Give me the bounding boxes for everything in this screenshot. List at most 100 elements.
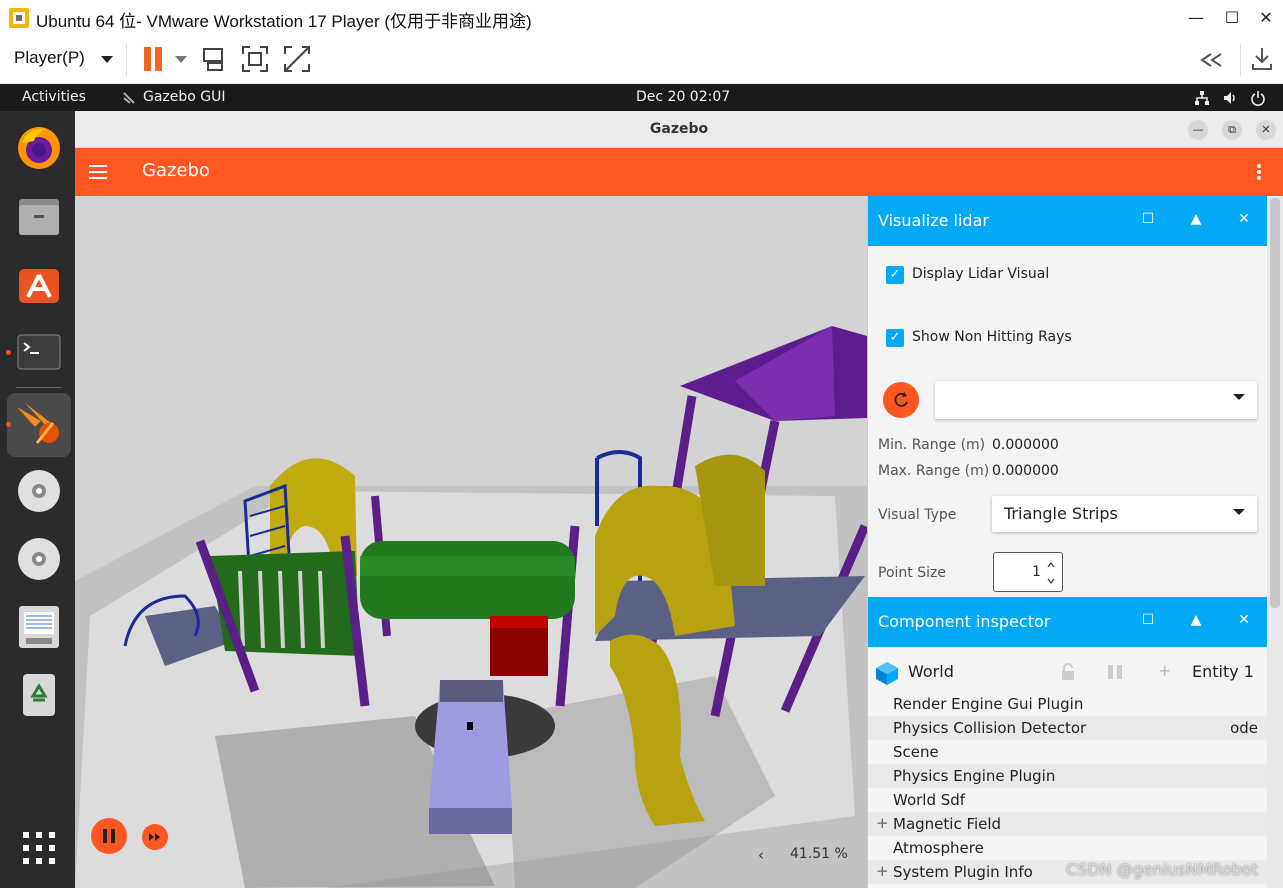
- toolbar-divider: [126, 44, 127, 76]
- vmware-toolbar: Player(P): [0, 36, 1283, 84]
- component-row[interactable]: Physics Collision Detector ode: [868, 716, 1268, 740]
- clock[interactable]: Dec 20 02:07: [636, 89, 730, 105]
- disc-icon[interactable]: [14, 534, 64, 584]
- document-icon[interactable]: [14, 602, 64, 652]
- double-chevron-left-icon[interactable]: [1199, 52, 1225, 68]
- visualize-lidar-title: Visualize lidar: [878, 211, 989, 230]
- component-row[interactable]: World Sdf: [868, 788, 1268, 812]
- download-icon[interactable]: [1251, 46, 1273, 72]
- gazebo-window-titlebar: Gazebo — ⧉ ✕: [75, 111, 1283, 148]
- terminal-icon[interactable]: [14, 327, 64, 377]
- step-forward-button[interactable]: [142, 824, 168, 850]
- play-pause-button[interactable]: [91, 818, 127, 854]
- firefox-icon[interactable]: [14, 123, 64, 173]
- window-restore-button[interactable]: ⧉: [1222, 120, 1242, 140]
- float-panel-icon[interactable]: ☐: [1139, 211, 1157, 227]
- network-icon[interactable]: [1194, 90, 1210, 106]
- component-inspector-title: Component inspector: [878, 612, 1051, 631]
- topic-dropdown[interactable]: [935, 381, 1257, 419]
- vmware-window-title: Ubuntu 64 位- VMware Workstation 17 Playe…: [36, 12, 532, 31]
- expand-icon[interactable]: +: [876, 814, 889, 832]
- real-time-factor: 41.51 %: [790, 846, 848, 862]
- player-menu[interactable]: Player(P): [14, 48, 85, 68]
- spin-arrows-icon[interactable]: [1046, 559, 1056, 587]
- component-row[interactable]: Scene: [868, 740, 1268, 764]
- close-panel-icon[interactable]: ✕: [1235, 211, 1253, 227]
- ubuntu-dock: [0, 111, 75, 888]
- trash-icon[interactable]: [14, 670, 64, 720]
- chevron-down-icon: [1233, 509, 1245, 515]
- component-label: Physics Engine Plugin: [893, 767, 1056, 785]
- running-indicator: [6, 350, 11, 355]
- activities-button[interactable]: Activities: [22, 89, 86, 105]
- chevron-down-icon[interactable]: [175, 56, 187, 64]
- pause-updates-icon[interactable]: [1106, 664, 1124, 680]
- visualize-lidar-header: Visualize lidar ☐ ▲ ✕: [868, 196, 1268, 246]
- display-lidar-checkbox[interactable]: ✓: [886, 266, 904, 284]
- minimize-button[interactable]: —: [1183, 6, 1209, 30]
- stats-collapse-arrow[interactable]: ‹: [758, 846, 764, 864]
- hamburger-menu-icon[interactable]: [89, 165, 107, 179]
- gazebo-appbar: Gazebo: [75, 148, 1283, 196]
- lock-icon[interactable]: [1060, 663, 1076, 681]
- point-size-spinbox[interactable]: 1: [993, 552, 1063, 592]
- pause-vm-icon[interactable]: [140, 44, 170, 74]
- scrollbar-thumb[interactable]: [1270, 198, 1280, 608]
- app-store-icon[interactable]: [14, 259, 64, 309]
- component-row[interactable]: Render Engine Gui Plugin: [868, 692, 1268, 716]
- send-ctrl-alt-del-icon[interactable]: [200, 44, 230, 74]
- vmware-logo-icon: [9, 8, 29, 28]
- files-icon[interactable]: [14, 191, 64, 241]
- more-options-icon[interactable]: [1256, 163, 1262, 181]
- close-panel-icon[interactable]: ✕: [1235, 612, 1253, 628]
- min-range-value: 0.000000: [992, 437, 1059, 453]
- collapse-panel-icon[interactable]: ▲: [1187, 211, 1205, 227]
- gazebo-icon[interactable]: [7, 393, 71, 457]
- window-minimize-button[interactable]: —: [1188, 120, 1208, 140]
- world-cube-icon: [876, 662, 898, 685]
- gazebo-app-icon: [123, 92, 135, 104]
- float-panel-icon[interactable]: ☐: [1139, 612, 1157, 628]
- collapse-panel-icon[interactable]: ▲: [1187, 612, 1205, 628]
- component-label: Scene: [893, 743, 939, 761]
- chevron-down-icon[interactable]: [101, 56, 113, 64]
- app-menu-label[interactable]: Gazebo GUI: [143, 89, 226, 105]
- component-row[interactable]: Atmosphere: [868, 836, 1268, 860]
- point-size-label: Point Size: [878, 565, 946, 581]
- fullscreen-icon[interactable]: [240, 44, 270, 74]
- app-grid-icon[interactable]: [14, 823, 64, 873]
- running-indicator: [6, 422, 11, 427]
- component-row[interactable]: + Magnetic Field: [868, 812, 1268, 836]
- unity-mode-icon[interactable]: [282, 44, 312, 74]
- power-icon[interactable]: [1250, 90, 1266, 106]
- volume-icon[interactable]: [1222, 90, 1238, 106]
- add-component-icon[interactable]: +: [1158, 661, 1171, 680]
- visual-type-label: Visual Type: [878, 507, 957, 523]
- component-row[interactable]: Physics Engine Plugin: [868, 764, 1268, 788]
- component-label: Atmosphere: [893, 839, 984, 857]
- dock-separator: [16, 387, 62, 388]
- component-label: Render Engine Gui Plugin: [893, 695, 1084, 713]
- component-inspector-header: Component inspector ☐ ▲ ✕: [868, 597, 1268, 647]
- maximize-button[interactable]: ☐: [1219, 6, 1245, 30]
- ubuntu-topbar: Activities Gazebo GUI Dec 20 02:07: [0, 84, 1283, 111]
- display-lidar-label: Display Lidar Visual: [912, 266, 1050, 282]
- component-label: Physics Collision Detector: [893, 719, 1087, 737]
- 3d-scene-viewport[interactable]: ‹ 41.51 %: [75, 196, 867, 888]
- vmware-titlebar: Ubuntu 64 位- VMware Workstation 17 Playe…: [0, 0, 1283, 36]
- visual-type-dropdown[interactable]: Triangle Strips: [992, 496, 1257, 532]
- disc-icon[interactable]: [14, 466, 64, 516]
- entity-name: World: [908, 662, 954, 681]
- component-label: World Sdf: [893, 791, 966, 809]
- component-label: Magnetic Field: [893, 815, 1002, 833]
- playground-scene: [75, 326, 867, 888]
- close-button[interactable]: ✕: [1253, 6, 1279, 30]
- show-non-hitting-checkbox[interactable]: ✓: [886, 329, 904, 347]
- expand-icon[interactable]: +: [876, 862, 889, 880]
- visual-type-value: Triangle Strips: [1004, 504, 1118, 523]
- refresh-topics-button[interactable]: [883, 382, 919, 418]
- gazebo-app-title: Gazebo: [142, 160, 210, 181]
- component-label: System Plugin Info: [893, 863, 1033, 881]
- toolbar-divider: [1240, 44, 1241, 76]
- window-close-button[interactable]: ✕: [1256, 120, 1276, 140]
